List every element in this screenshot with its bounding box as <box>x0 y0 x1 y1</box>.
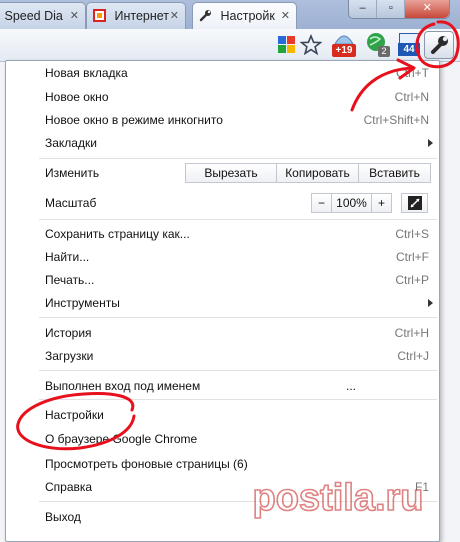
menu-item-label: Новое окно в режиме инкогнито <box>45 113 223 127</box>
zoom-level: 100% <box>331 193 372 213</box>
paste-button[interactable]: Вставить <box>358 163 431 183</box>
menu-item-downloads[interactable]: Загрузки Ctrl+J <box>45 346 429 366</box>
tab-strip: Speed Dia ✕ Интернет ✕ Настройк ✕ – ▫ ✕ <box>0 0 460 29</box>
menu-item-find[interactable]: Найти... Ctrl+F <box>45 247 429 267</box>
tab-internet[interactable]: Интернет ✕ <box>86 2 186 29</box>
globe-badge: 2 <box>378 46 390 57</box>
tab-speed-dial[interactable]: Speed Dia ✕ <box>0 2 86 29</box>
menu-item-new-tab[interactable]: Новая вкладка Ctrl+T <box>45 63 429 83</box>
redacted-username <box>222 379 347 395</box>
calendar-badge: 44 <box>398 43 420 56</box>
page-favicon <box>93 9 106 22</box>
star-icon[interactable] <box>300 34 322 56</box>
mail-badge-icon[interactable]: +19 <box>332 32 356 58</box>
menu-item-label: Просмотреть фоновые страницы (6) <box>45 457 248 471</box>
submenu-arrow-icon <box>428 139 433 147</box>
menu-item-shortcut: Ctrl+Shift+N <box>363 113 429 127</box>
menu-item-shortcut: Ctrl+N <box>394 90 429 104</box>
close-icon[interactable]: ✕ <box>70 9 79 22</box>
menu-separator <box>39 370 437 371</box>
cut-button[interactable]: Вырезать <box>185 163 277 183</box>
menu-item-label: Выполнен вход под именем <box>45 379 201 393</box>
fullscreen-icon <box>407 196 422 210</box>
calendar-icon[interactable]: 44 <box>397 32 421 58</box>
postila-watermark: postila.ru <box>252 476 425 520</box>
menu-item-label: Найти... <box>45 250 90 264</box>
close-icon[interactable]: ✕ <box>170 9 179 22</box>
menu-item-label: Новая вкладка <box>45 66 128 80</box>
menu-item-label: Новое окно <box>45 90 109 104</box>
menu-item-shortcut: Ctrl+P <box>395 273 429 287</box>
menu-item-history[interactable]: История Ctrl+H <box>45 323 429 343</box>
menu-item-label: Изменить <box>45 166 100 180</box>
close-icon[interactable]: ✕ <box>281 9 290 22</box>
menu-item-label: Масштаб <box>45 196 97 210</box>
minimize-button[interactable]: – <box>349 0 376 18</box>
menu-item-label: Инструменты <box>45 296 120 310</box>
zoom-in-button[interactable]: + <box>371 193 392 213</box>
menu-item-shortcut: Ctrl+T <box>396 66 429 80</box>
svg-text:postila.ru: postila.ru <box>252 477 423 519</box>
apps-icon[interactable] <box>276 34 298 56</box>
menu-item-label: Загрузки <box>45 349 94 363</box>
wrench-icon <box>431 36 448 54</box>
wrench-menu-button[interactable] <box>424 31 454 59</box>
menu-item-label: Сохранить страницу как... <box>45 227 190 241</box>
menu-separator <box>39 158 437 159</box>
menu-item-tools[interactable]: Инструменты <box>45 293 433 313</box>
zoom-out-button[interactable]: − <box>311 193 332 213</box>
menu-item-incognito[interactable]: Новое окно в режиме инкогнито Ctrl+Shift… <box>45 110 429 130</box>
menu-item-label: Печать... <box>45 273 95 287</box>
signed-in-ellipsis: ... <box>346 379 357 393</box>
menu-item-label: Настройки <box>45 408 104 422</box>
menu-item-save-page[interactable]: Сохранить страницу как... Ctrl+S <box>45 224 429 244</box>
green-globe-icon[interactable]: 2 <box>366 32 390 58</box>
menu-item-shortcut: Ctrl+J <box>397 349 429 363</box>
close-window-button[interactable]: ✕ <box>404 0 449 18</box>
tab-settings[interactable]: Настройк ✕ <box>192 2 297 29</box>
copy-button[interactable]: Копировать <box>276 163 359 183</box>
menu-item-label: Закладки <box>45 136 97 150</box>
menu-separator <box>39 317 437 318</box>
window-controls: – ▫ ✕ <box>348 0 450 19</box>
menu-separator <box>39 219 437 220</box>
maximize-button[interactable]: ▫ <box>376 0 404 18</box>
menu-item-about[interactable]: О браузере Google Chrome <box>45 429 429 449</box>
toolbar: +19 2 44 <box>0 29 460 62</box>
menu-item-bookmarks[interactable]: Закладки <box>45 133 433 153</box>
menu-item-new-window[interactable]: Новое окно Ctrl+N <box>45 87 429 107</box>
menu-item-label: Выход <box>45 510 81 524</box>
submenu-arrow-icon <box>428 299 433 307</box>
fullscreen-button[interactable] <box>401 193 428 213</box>
menu-item-print[interactable]: Печать... Ctrl+P <box>45 270 429 290</box>
tab-title: Настройк <box>220 9 275 23</box>
menu-item-shortcut: Ctrl+H <box>394 326 429 340</box>
tab-title: Интернет <box>114 9 170 23</box>
wrench-icon <box>199 10 211 22</box>
menu-item-label: История <box>45 326 92 340</box>
tab-title: Speed Dia <box>4 9 63 23</box>
menu-item-label: Справка <box>45 480 93 494</box>
menu-item-shortcut: Ctrl+S <box>395 227 429 241</box>
menu-item-settings[interactable]: Настройки <box>45 405 429 425</box>
menu-separator <box>39 399 437 400</box>
menu-item-label: О браузере Google Chrome <box>45 432 198 446</box>
menu-item-shortcut: Ctrl+F <box>396 250 429 264</box>
mail-badge: +19 <box>332 44 356 57</box>
